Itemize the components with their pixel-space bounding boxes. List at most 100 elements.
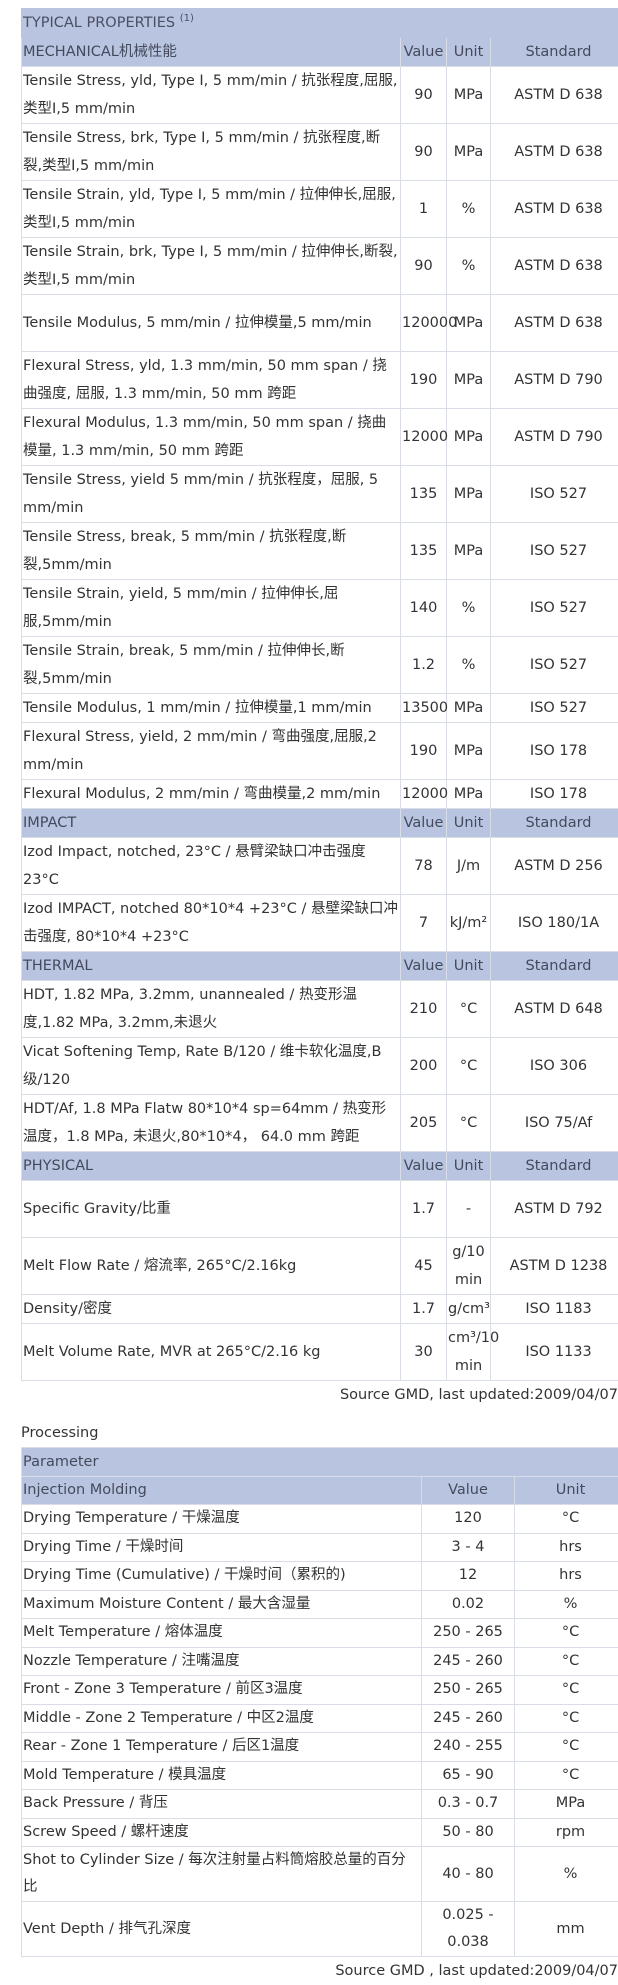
property-standard: ASTM D 638 [491, 67, 618, 124]
properties-title-note: (1) [180, 13, 194, 24]
table-row: Flexural Stress, yld, 1.3 mm/min, 50 mm … [22, 352, 618, 409]
property-value: 1.2 [401, 637, 447, 694]
property-name: Tensile Stress, yield 5 mm/min / 抗张程度，屈服… [22, 466, 401, 523]
property-name: Melt Flow Rate / 熔流率, 265°C/2.16kg [22, 1238, 401, 1295]
table-row: Maximum Moisture Content / 最大含湿量0.02% [22, 1590, 618, 1619]
column-header: Unit [447, 809, 491, 838]
property-name: Density/密度 [22, 1295, 401, 1324]
processing-section-row: Injection MoldingValueUnit [22, 1477, 618, 1505]
parameter-name: Middle - Zone 2 Temperature / 中区2温度 [22, 1704, 422, 1733]
property-value: 135 [401, 466, 447, 523]
table-row: Tensile Stress, break, 5 mm/min / 抗张程度,断… [22, 523, 618, 580]
property-unit: J/m [447, 838, 491, 895]
table-row: Drying Time / 干燥时间3 - 4hrs [22, 1533, 618, 1562]
table-row: Izod IMPACT, notched 80*10*4 +23°C / 悬壁梁… [22, 895, 618, 952]
property-name: Izod Impact, notched, 23°C / 悬臂梁缺口冲击强度23… [22, 838, 401, 895]
property-standard: ASTM D 790 [491, 352, 618, 409]
property-standard: ASTM D 638 [491, 295, 618, 352]
property-unit: g/10 min [447, 1238, 491, 1295]
parameter-value: 250 - 265 [422, 1619, 515, 1648]
parameter-value: 0.02 [422, 1590, 515, 1619]
property-unit: MPa [447, 67, 491, 124]
property-unit: MPa [447, 352, 491, 409]
property-value: 12000 [401, 780, 447, 809]
property-unit: % [447, 580, 491, 637]
property-standard: ISO 527 [491, 694, 618, 723]
parameter-value: 240 - 255 [422, 1733, 515, 1762]
processing-param-header: Parameter [22, 1448, 618, 1477]
property-name: Flexural Modulus, 1.3 mm/min, 50 mm span… [22, 409, 401, 466]
section-header-row: PHYSICALValueUnitStandard [22, 1152, 618, 1181]
parameter-unit: °C [515, 1733, 618, 1762]
parameter-value: 245 - 260 [422, 1704, 515, 1733]
column-header: Value [401, 1152, 447, 1181]
parameter-value: 250 - 265 [422, 1676, 515, 1705]
properties-table: TYPICAL PROPERTIES (1) MECHANICAL机械性能Val… [21, 8, 618, 1381]
property-value: 90 [401, 238, 447, 295]
property-name: Izod IMPACT, notched 80*10*4 +23°C / 悬壁梁… [22, 895, 401, 952]
parameter-name: Melt Temperature / 熔体温度 [22, 1619, 422, 1648]
table-row: Izod Impact, notched, 23°C / 悬臂梁缺口冲击强度23… [22, 838, 618, 895]
processing-param-header-row: Parameter [22, 1448, 618, 1477]
column-header: Unit [447, 38, 491, 67]
property-unit: °C [447, 1095, 491, 1152]
table-row: Drying Temperature / 干燥温度120°C [22, 1505, 618, 1534]
parameter-value: 65 - 90 [422, 1761, 515, 1790]
property-unit: MPa [447, 694, 491, 723]
property-unit: % [447, 637, 491, 694]
parameter-value: 245 - 260 [422, 1647, 515, 1676]
table-row: Tensile Stress, yield 5 mm/min / 抗张程度，屈服… [22, 466, 618, 523]
property-value: 190 [401, 723, 447, 780]
property-standard: ASTM D 792 [491, 1181, 618, 1238]
table-row: Vent Depth / 排气孔深度0.025 - 0.038mm [22, 1902, 618, 1957]
table-row: Tensile Modulus, 1 mm/min / 拉伸模量,1 mm/mi… [22, 694, 618, 723]
column-header: Value [401, 38, 447, 67]
property-unit: % [447, 238, 491, 295]
parameter-unit: % [515, 1590, 618, 1619]
property-value: 120000 [401, 295, 447, 352]
property-unit: °C [447, 1038, 491, 1095]
section-name: MECHANICAL机械性能 [22, 38, 401, 67]
property-value: 13500 [401, 694, 447, 723]
property-value: 200 [401, 1038, 447, 1095]
table-row: Tensile Strain, brk, Type I, 5 mm/min / … [22, 238, 618, 295]
table-row: Tensile Strain, break, 5 mm/min / 拉伸伸长,断… [22, 637, 618, 694]
properties-title: TYPICAL PROPERTIES (1) [22, 9, 618, 38]
property-value: 1 [401, 181, 447, 238]
parameter-unit: % [515, 1847, 618, 1902]
property-name: Specific Gravity/比重 [22, 1181, 401, 1238]
property-name: HDT/Af, 1.8 MPa Flatw 80*10*4 sp=64mm / … [22, 1095, 401, 1152]
table-row: Nozzle Temperature / 注嘴温度245 - 260°C [22, 1647, 618, 1676]
table-row: Tensile Strain, yld, Type I, 5 mm/min / … [22, 181, 618, 238]
table-row: Tensile Stress, yld, Type I, 5 mm/min / … [22, 67, 618, 124]
processing-table: Parameter Injection MoldingValueUnitDryi… [21, 1447, 618, 1957]
processing-section-name: Injection Molding [22, 1477, 422, 1505]
property-value: 45 [401, 1238, 447, 1295]
property-name: HDT, 1.82 MPa, 3.2mm, unannealed / 热变形温度… [22, 981, 401, 1038]
property-unit: MPa [447, 523, 491, 580]
property-name: Tensile Stress, break, 5 mm/min / 抗张程度,断… [22, 523, 401, 580]
property-name: Tensile Strain, yld, Type I, 5 mm/min / … [22, 181, 401, 238]
parameter-unit: °C [515, 1647, 618, 1676]
table-row: Flexural Stress, yield, 2 mm/min / 弯曲强度,… [22, 723, 618, 780]
table-row: Melt Temperature / 熔体温度250 - 265°C [22, 1619, 618, 1648]
property-standard: ISO 527 [491, 466, 618, 523]
property-name: Tensile Strain, break, 5 mm/min / 拉伸伸长,断… [22, 637, 401, 694]
property-value: 90 [401, 124, 447, 181]
section-name: PHYSICAL [22, 1152, 401, 1181]
parameter-value: 12 [422, 1562, 515, 1591]
property-name: Tensile Modulus, 1 mm/min / 拉伸模量,1 mm/mi… [22, 694, 401, 723]
property-value: 140 [401, 580, 447, 637]
parameter-value: 40 - 80 [422, 1847, 515, 1902]
column-header: Unit [447, 952, 491, 981]
property-name: Vicat Softening Temp, Rate B/120 / 维卡软化温… [22, 1038, 401, 1095]
property-standard: ISO 1133 [491, 1324, 618, 1381]
table-row: Melt Volume Rate, MVR at 265°C/2.16 kg30… [22, 1324, 618, 1381]
property-standard: ISO 178 [491, 723, 618, 780]
column-header: Unit [515, 1477, 618, 1505]
property-standard: ISO 527 [491, 523, 618, 580]
property-standard: ISO 527 [491, 637, 618, 694]
column-header: Value [422, 1477, 515, 1505]
property-value: 205 [401, 1095, 447, 1152]
property-standard: ASTM D 638 [491, 181, 618, 238]
